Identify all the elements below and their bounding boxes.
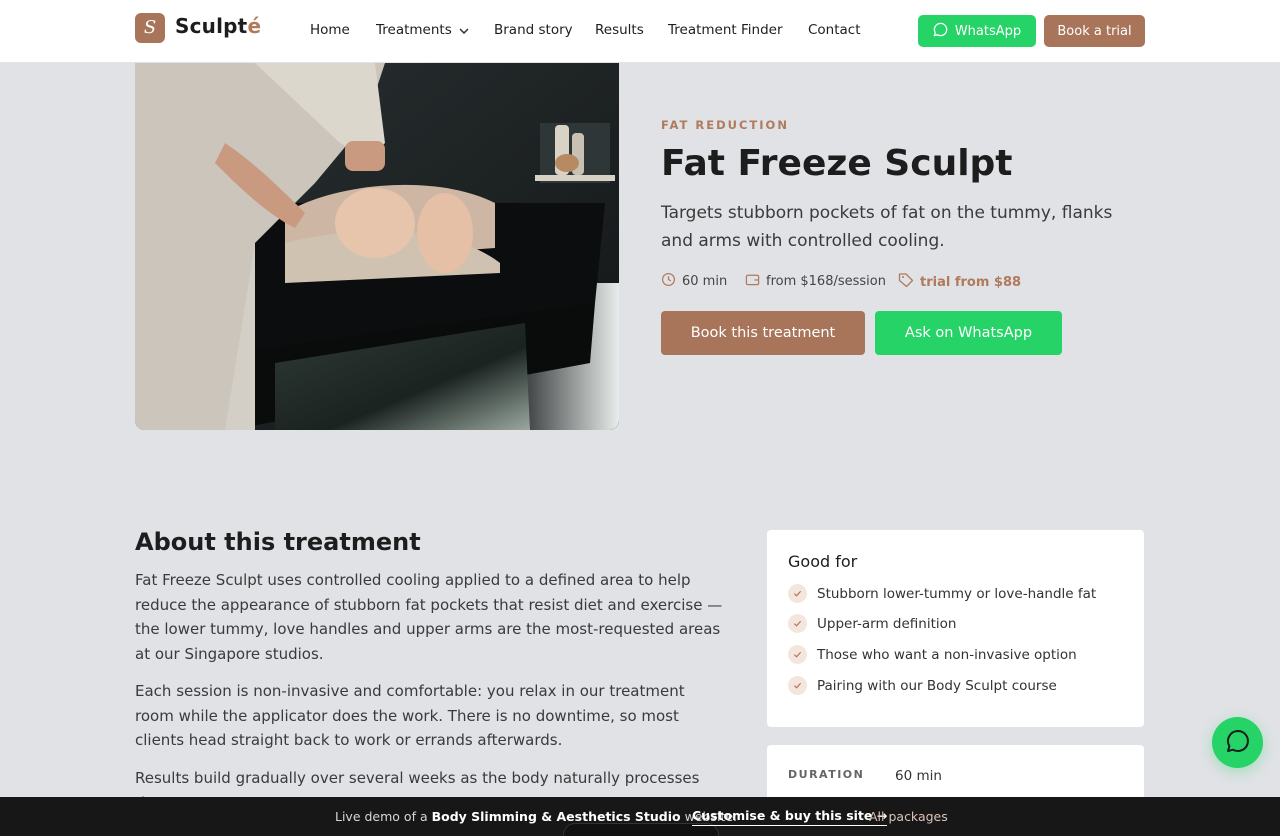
wallet-icon: [745, 272, 760, 291]
duration-value: 60 min: [895, 768, 942, 784]
demo-studio-name: Body Slimming & Aesthetics Studio: [431, 809, 681, 824]
whatsapp-button-label: WhatsApp: [954, 23, 1022, 39]
price-text: from $168/session: [766, 274, 886, 289]
list-item: Those who want a non-invasive option: [788, 645, 1077, 664]
whatsapp-icon: [933, 22, 948, 41]
good-for-text: Pairing with our Body Sculpt course: [817, 677, 1057, 694]
brand-logo[interactable]: Sculpté: [175, 14, 261, 38]
treatment-photo: [135, 63, 619, 430]
details-card: DURATION 60 min: [767, 745, 1144, 805]
ask-whatsapp-button[interactable]: Ask on WhatsApp: [875, 311, 1062, 355]
list-item: Stubborn lower-tummy or love-handle fat: [788, 584, 1096, 603]
list-item: Pairing with our Body Sculpt course: [788, 676, 1057, 695]
nav-brand-story[interactable]: Brand story: [494, 22, 573, 38]
about-heading: About this treatment: [135, 528, 421, 556]
trial-price-text: trial from $88: [920, 274, 1022, 290]
page-title: Fat Freeze Sculpt: [661, 143, 1013, 184]
duration-meta: 60 min: [661, 272, 727, 291]
check-icon: [788, 584, 807, 603]
book-trial-button[interactable]: Book a trial: [1044, 15, 1145, 47]
check-icon: [788, 676, 807, 695]
nav-home[interactable]: Home: [310, 22, 350, 38]
category-eyebrow: FAT REDUCTION: [661, 118, 789, 132]
all-packages-link[interactable]: All packages: [869, 809, 948, 824]
nav-treatments[interactable]: Treatments: [376, 22, 469, 38]
good-for-heading: Good for: [788, 552, 858, 571]
check-icon: [788, 645, 807, 664]
good-for-text: Stubborn lower-tummy or love-handle fat: [817, 585, 1097, 602]
trial-meta: trial from $88: [898, 272, 1021, 292]
book-treatment-button[interactable]: Book this treatment: [661, 311, 865, 355]
chat-bubble-icon: [1225, 728, 1251, 758]
price-meta: from $168/session: [745, 272, 886, 291]
brand-accent: é: [247, 14, 262, 38]
about-paragraph-2: Each session is non-invasive and comfort…: [135, 682, 685, 749]
good-for-text: Upper-arm definition: [817, 615, 957, 632]
good-for-text: Those who want a non-invasive option: [817, 646, 1077, 663]
nav-contact[interactable]: Contact: [808, 22, 861, 38]
demo-notice: Live demo of a Body Slimming & Aesthetic…: [335, 809, 737, 824]
good-for-card: Good for Stubborn lower-tummy or love-ha…: [767, 530, 1144, 727]
brand-name: Sculpt: [175, 14, 248, 38]
treatment-subtitle: Targets stubborn pockets of fat on the t…: [661, 203, 1113, 251]
tag-icon: [898, 272, 914, 292]
customise-buy-link[interactable]: Customise & buy this site →: [692, 808, 888, 826]
list-item: Upper-arm definition: [788, 614, 956, 633]
nav-results[interactable]: Results: [595, 22, 644, 38]
nav-treatments-label: Treatments: [376, 22, 452, 38]
clock-icon: [661, 272, 676, 291]
floating-chat-button[interactable]: [1212, 717, 1263, 768]
duration-text: 60 min: [682, 274, 728, 289]
about-paragraph-1: Fat Freeze Sculpt uses controlled coolin…: [135, 571, 723, 663]
whatsapp-button[interactable]: WhatsApp: [918, 15, 1036, 47]
demo-bar: Live demo of a Body Slimming & Aesthetic…: [0, 797, 1280, 836]
site-header: S Sculpté Home Treatments Brand story Re…: [0, 0, 1280, 63]
nav-treatment-finder[interactable]: Treatment Finder: [668, 22, 783, 38]
duration-label: DURATION: [788, 768, 865, 781]
logo-mark-icon[interactable]: S: [135, 13, 165, 43]
demo-notice-prefix: Live demo of a: [335, 809, 432, 824]
chevron-down-icon: [459, 26, 469, 37]
check-icon: [788, 614, 807, 633]
